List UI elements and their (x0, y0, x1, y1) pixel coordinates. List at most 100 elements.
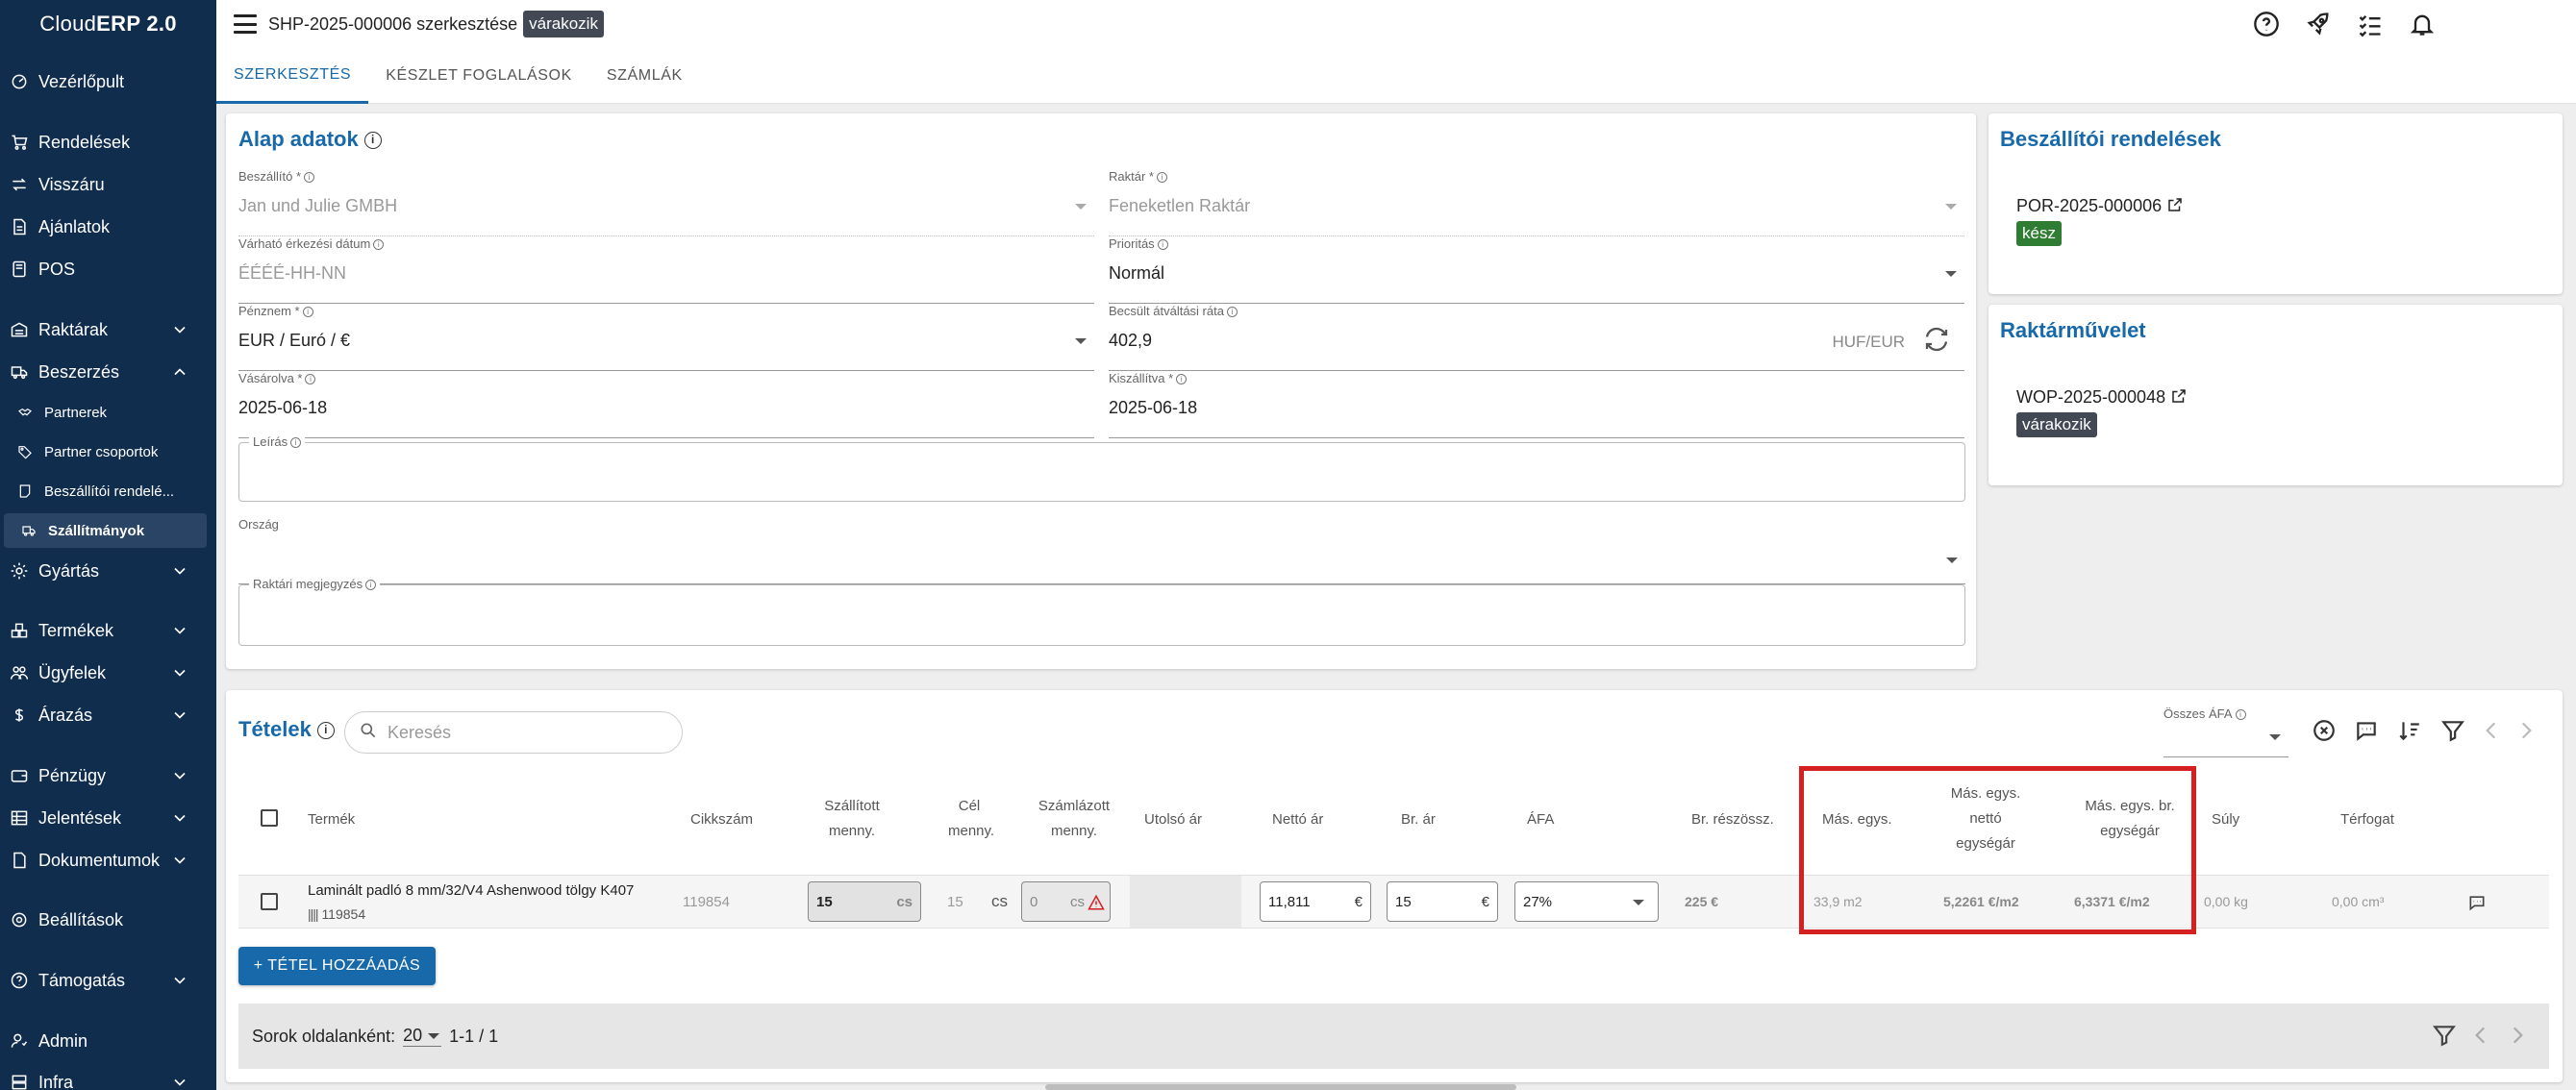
sidebar-item-orders[interactable]: Rendelések (0, 124, 216, 161)
row-checkbox[interactable] (261, 893, 278, 910)
chevron-right-icon[interactable] (2512, 716, 2540, 745)
sidebar-item-settings[interactable]: Beállítások (0, 902, 216, 938)
sidebar-item-procurement[interactable]: Beszerzés (0, 354, 216, 390)
currency-select[interactable]: Pénznem * i EUR / Euró / € (238, 304, 1094, 371)
truck-icon (6, 361, 33, 383)
add-item-button[interactable]: + TÉTEL HOZZÁADÁS (238, 947, 436, 985)
sidebar-item-supplier-orders[interactable]: Beszállítói rendelé... (0, 474, 216, 508)
vat-select[interactable]: 27% (1514, 881, 1659, 922)
sidebar-item-label: Ügyfelek (38, 662, 107, 682)
sidebar-item-admin[interactable]: Admin (0, 1023, 216, 1059)
help-icon[interactable] (2252, 10, 2281, 38)
net-price-input[interactable]: 11,811 € (1260, 881, 1371, 922)
supplier-value: Jan und Julie GMBH (238, 196, 398, 215)
rows-per-page-select[interactable]: 20 (403, 1026, 442, 1047)
warehouse-value: Feneketlen Raktár (1109, 196, 1251, 215)
barcode-icon: |||| (308, 906, 319, 922)
column-header-target-qty[interactable]: Cél menny. (948, 794, 994, 844)
shipped-qty-input[interactable]: 15 cs (808, 881, 921, 922)
info-icon[interactable]: i (363, 132, 382, 150)
warehouse-op-link[interactable]: WOP-2025-000048 (2016, 387, 2188, 409)
supplier-order-link[interactable]: POR-2025-000006 (2016, 196, 2184, 218)
sort-icon[interactable] (2395, 716, 2424, 745)
tab-edit[interactable]: SZERKESZTÉS (216, 48, 369, 104)
product-name[interactable]: Laminált padló 8 mm/32/V4 Ashenwood tölg… (308, 882, 634, 899)
chevron-down-icon (170, 706, 189, 725)
column-header-product[interactable]: Termék (308, 807, 355, 832)
sidebar-item-quotes[interactable]: Ajánlatok (0, 209, 216, 245)
chevron-down-icon (170, 663, 189, 682)
sidebar-item-label: Vezérlőpult (38, 71, 125, 91)
clear-circle-icon[interactable] (2310, 716, 2338, 745)
sidebar-item-shipments[interactable]: Szállítmányok (4, 513, 207, 548)
vat-total-select[interactable]: Összes ÁFA i (2163, 706, 2288, 757)
exchange-rate-field[interactable]: Becsült átváltási ráta i 402,9 HUF/EUR (1109, 304, 1964, 371)
filter-icon[interactable] (2432, 1023, 2457, 1053)
sidebar-item-documents[interactable]: Dokumentumok (0, 842, 216, 879)
comment-icon[interactable] (2467, 893, 2487, 917)
country-select[interactable]: Ország (238, 517, 1965, 584)
column-header-last-price[interactable]: Utolsó ár (1144, 807, 1202, 832)
sidebar-item-partner-groups[interactable]: Partner csoportok (0, 434, 216, 469)
purchased-date-field[interactable]: Vásárolva * i 2025-06-18 (238, 371, 1094, 438)
sidebar-item-returns[interactable]: Visszáru (0, 166, 216, 203)
warehouse-note-textarea[interactable]: Raktári megjegyzés i (238, 577, 1965, 646)
chevron-down-icon (170, 621, 189, 640)
sidebar-item-label: Raktárak (38, 319, 109, 339)
sidebar-item-customers[interactable]: Ügyfelek (0, 655, 216, 691)
refresh-icon[interactable] (1922, 325, 1951, 354)
tab-stock-reservations[interactable]: KÉSZLET FOGLALÁSOK (368, 48, 589, 104)
chevron-left-icon[interactable] (2477, 716, 2506, 745)
task-list-icon[interactable] (2356, 10, 2385, 38)
expected-arrival-field[interactable]: Várható érkezési dátum i ÉÉÉÉ-HH-NN (238, 236, 1094, 304)
sidebar-item-manufacturing[interactable]: Gyártás (0, 553, 216, 589)
sidebar-item-label: Gyártás (38, 560, 100, 581)
chevron-left-icon[interactable] (2468, 1023, 2493, 1053)
column-header-gross-price[interactable]: Br. ár (1401, 807, 1436, 832)
priority-select[interactable]: Prioritás i Normál (1109, 236, 1964, 304)
gross-price-input[interactable]: 15 € (1387, 881, 1498, 922)
info-icon[interactable]: i (316, 722, 335, 740)
search-field[interactable] (388, 722, 657, 743)
column-header-invoiced-qty[interactable]: Számlázott menny. (1031, 794, 1117, 844)
sidebar-item-finance[interactable]: Pénzügy (0, 757, 216, 794)
column-header-volume[interactable]: Térfogat (2340, 807, 2394, 832)
sidebar-item-pricing[interactable]: Árazás (0, 697, 216, 733)
sidebar-item-label: Dokumentumok (38, 850, 161, 870)
rocket-icon[interactable] (2304, 10, 2333, 38)
column-header-vat[interactable]: ÁFA (1527, 807, 1554, 832)
chevron-right-icon[interactable] (2505, 1023, 2530, 1053)
select-all-checkbox[interactable] (261, 809, 278, 827)
description-textarea[interactable]: Leírás i (238, 434, 1965, 502)
shipped-date-field[interactable]: Kiszállítva * i 2025-06-18 (1109, 371, 1964, 438)
bell-icon[interactable] (2408, 10, 2437, 38)
sidebar-item-pos[interactable]: POS (0, 251, 216, 287)
column-header-gross-subtotal[interactable]: Br. részössz. (1691, 807, 1774, 832)
sidebar-item-label: POS (38, 259, 76, 279)
column-header-shipped-qty[interactable]: Szállított menny. (813, 794, 890, 844)
search-input[interactable] (344, 711, 683, 754)
info-icon: i (1176, 374, 1188, 385)
gross-subtotal-value: 225 € (1685, 894, 1719, 909)
sidebar-item-infra[interactable]: Infra (0, 1064, 216, 1090)
horizontal-scrollbar[interactable] (1045, 1084, 1516, 1090)
column-header-sku[interactable]: Cikkszám (690, 807, 753, 832)
sidebar-item-warehouses[interactable]: Raktárak (0, 311, 216, 348)
dropdown-caret-icon (1945, 271, 1957, 277)
tab-invoices[interactable]: SZÁMLÁK (589, 48, 700, 104)
info-icon: i (1226, 307, 1238, 318)
column-header-weight[interactable]: Súly (2212, 807, 2239, 832)
search-icon (359, 721, 378, 745)
column-header-net-price[interactable]: Nettó ár (1272, 807, 1323, 832)
users-icon (6, 662, 33, 683)
sidebar-item-dashboard[interactable]: Vezérlőpult (0, 63, 216, 100)
filter-icon[interactable] (2438, 716, 2467, 745)
comment-icon[interactable] (2352, 716, 2381, 745)
menu-icon[interactable] (234, 14, 257, 34)
sidebar-item-products[interactable]: Termékek (0, 612, 216, 649)
sidebar-item-support[interactable]: Támogatás (0, 962, 216, 999)
sidebar-item-partners[interactable]: Partnerek (0, 395, 216, 430)
sidebar-item-reports[interactable]: Jelentések (0, 800, 216, 836)
invoiced-qty-input[interactable]: 0 cs (1021, 881, 1111, 922)
app-logo[interactable]: Cloud ERP 2.0 (0, 0, 216, 48)
